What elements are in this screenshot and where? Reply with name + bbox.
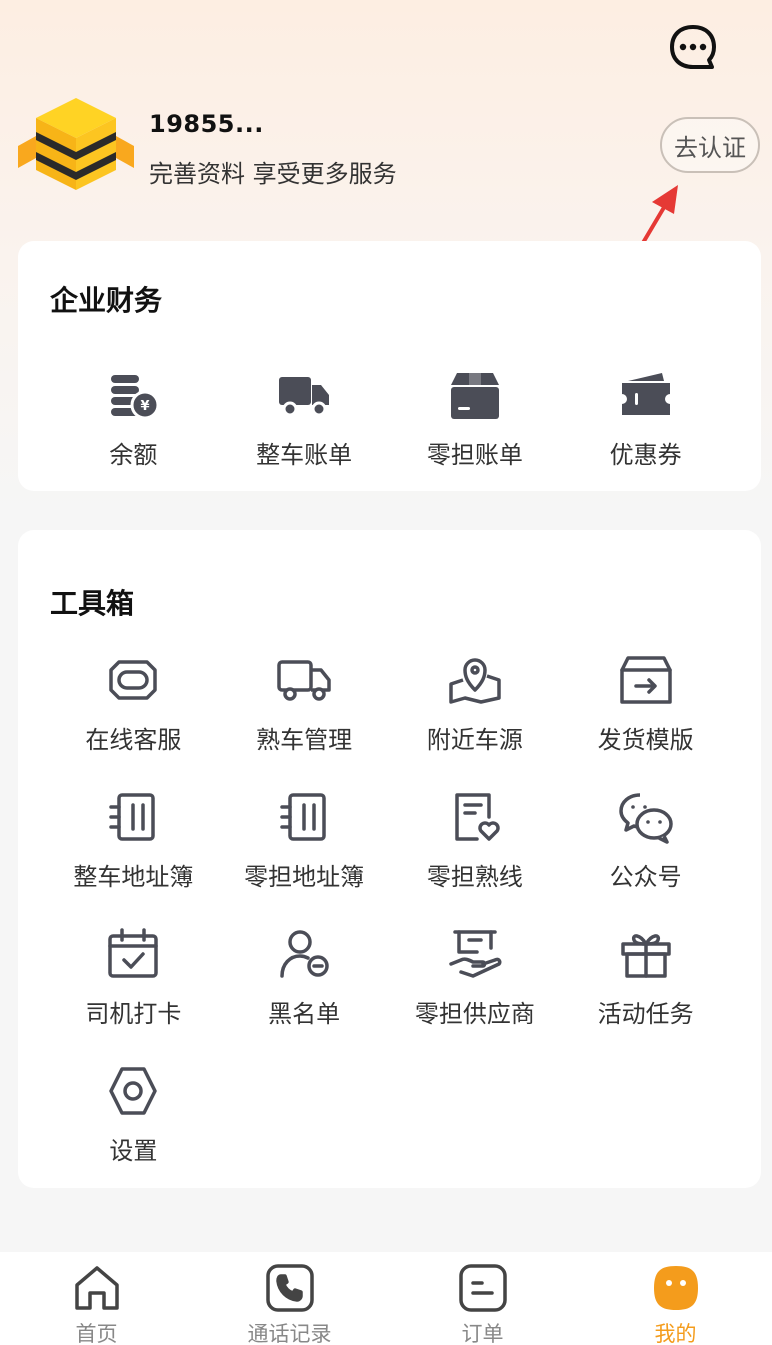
tool-item-ltl-address-book[interactable]: 零担地址簿 xyxy=(219,789,390,926)
tool-item-shipping-template[interactable]: 发货模版 xyxy=(560,652,731,789)
phone-icon xyxy=(265,1264,314,1312)
toolbox-card: 工具箱 在线客服 熟车管理 附近车源 发货模版 整车地址簿 零担地址簿 零担熟线… xyxy=(18,530,761,1188)
tool-item-familiar-trucks[interactable]: 熟车管理 xyxy=(219,652,390,789)
truck-outline-icon xyxy=(277,660,331,701)
address-book-icon xyxy=(109,793,156,841)
coins-icon: ¥ xyxy=(111,375,160,420)
map-pin-icon xyxy=(449,658,501,704)
tool-item-settings[interactable]: 设置 xyxy=(48,1063,219,1200)
finance-card: 企业财务 ¥ 余额 整车账单 零担账单 优惠券 xyxy=(18,241,761,491)
tool-item-blacklist[interactable]: 黑名单 xyxy=(219,926,390,1063)
tool-item-nearby-trucks[interactable]: 附近车源 xyxy=(390,652,561,789)
bottom-tab-bar: 首页 通话记录 订单 我的 xyxy=(0,1252,772,1345)
order-icon xyxy=(458,1264,507,1312)
tab-home[interactable]: 首页 xyxy=(0,1252,193,1345)
wechat-icon xyxy=(618,793,673,844)
tool-item-official-account[interactable]: 公众号 xyxy=(560,789,731,926)
home-icon xyxy=(74,1266,119,1310)
truck-icon xyxy=(279,377,330,417)
tool-item-driver-checkin[interactable]: 司机打卡 xyxy=(48,926,219,1063)
template-icon xyxy=(619,656,672,704)
message-button[interactable] xyxy=(667,22,719,74)
tool-item-ltl-familiar-lines[interactable]: 零担熟线 xyxy=(390,789,561,926)
finance-item-coupon[interactable]: 优惠券 xyxy=(560,367,731,470)
verify-button[interactable]: 去认证 xyxy=(660,117,760,173)
tool-item-activity-tasks[interactable]: 活动任务 xyxy=(560,926,731,1063)
username: 19855... xyxy=(149,110,264,138)
user-minus-icon xyxy=(280,930,329,978)
doc-heart-icon xyxy=(455,793,500,841)
hex-gear-icon xyxy=(109,1067,158,1115)
hand-box-icon xyxy=(449,930,502,978)
gift-icon xyxy=(620,934,671,978)
tab-orders[interactable]: 订单 xyxy=(386,1252,579,1345)
calendar-check-icon xyxy=(108,928,159,978)
svg-text:¥: ¥ xyxy=(141,399,150,414)
tab-mine[interactable]: 我的 xyxy=(579,1252,772,1345)
finance-item-truck-bill[interactable]: 整车账单 xyxy=(219,367,390,470)
profile-section: 19855... 完善资料 享受更多服务 去认证 xyxy=(18,96,760,196)
coupon-icon xyxy=(621,373,670,415)
box-icon xyxy=(450,373,499,419)
face-icon xyxy=(653,1266,698,1310)
finance-item-ltl-bill[interactable]: 零担账单 xyxy=(390,367,561,470)
profile-subtitle[interactable]: 完善资料 享受更多服务 xyxy=(149,154,397,189)
finance-item-balance[interactable]: ¥ 余额 xyxy=(48,367,219,470)
finance-title: 企业财务 xyxy=(50,284,163,317)
tool-item-online-service[interactable]: 在线客服 xyxy=(48,652,219,789)
tool-item-truck-address-book[interactable]: 整车地址簿 xyxy=(48,789,219,926)
tool-item-ltl-supplier[interactable]: 零担供应商 xyxy=(390,926,561,1063)
app-logo-icon[interactable] xyxy=(18,96,134,192)
tab-call-log[interactable]: 通话记录 xyxy=(193,1252,386,1345)
toolbox-title: 工具箱 xyxy=(50,587,135,620)
address-book-icon xyxy=(280,793,326,841)
chat-bubble-icon xyxy=(670,25,716,69)
headset-icon xyxy=(109,660,158,700)
